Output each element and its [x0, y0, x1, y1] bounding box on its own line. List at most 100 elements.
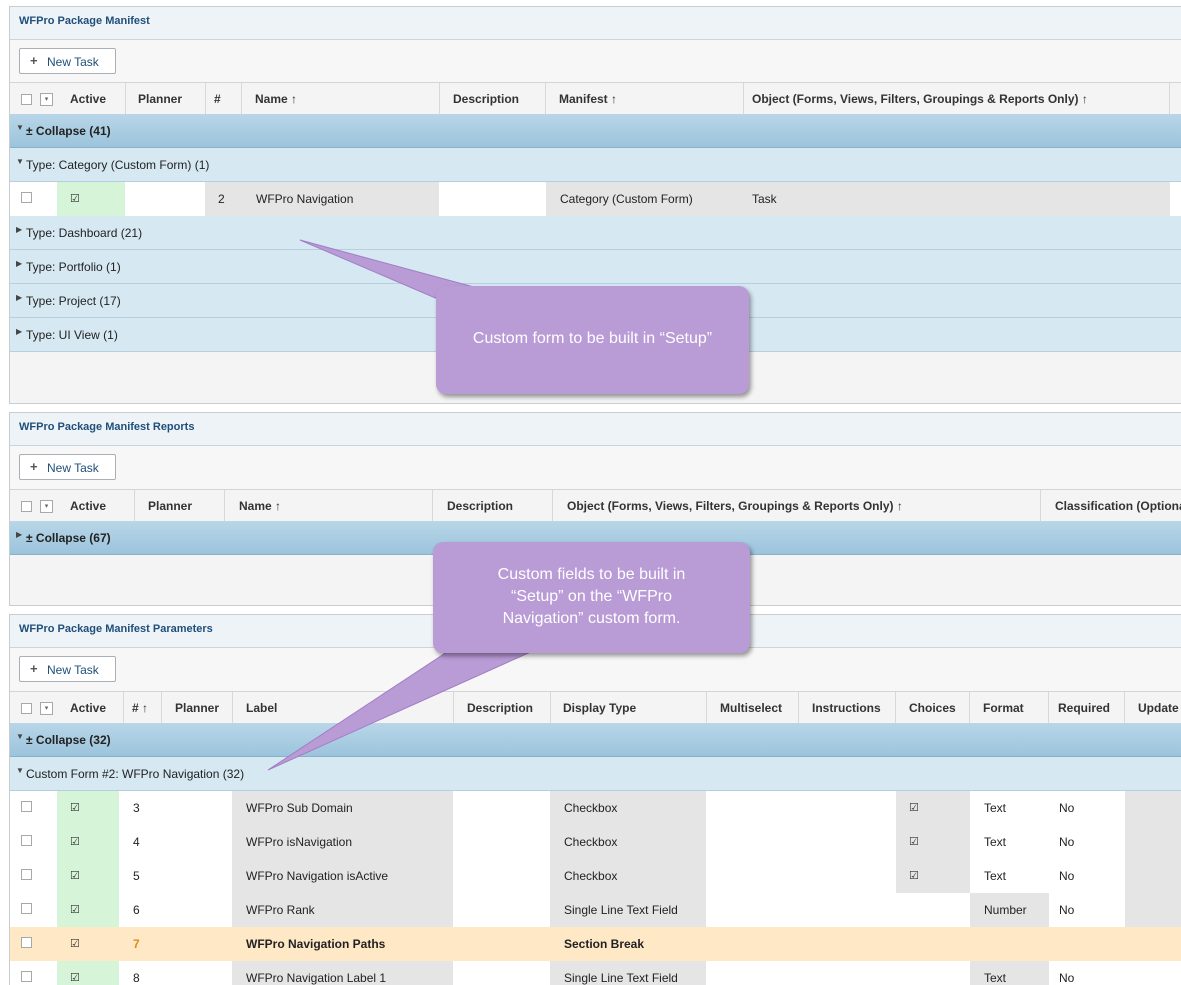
label-cell: WFPro Navigation Paths: [246, 937, 386, 951]
table-row[interactable]: ☑ 3 WFPro Sub Domain Checkbox ☑ Text No: [10, 791, 1181, 826]
col-planner[interactable]: Planner: [135, 490, 225, 522]
number-cell: 8: [133, 971, 140, 985]
select-all-checkbox[interactable]: [21, 703, 32, 714]
active-check[interactable]: ☑: [57, 927, 119, 961]
col-instructions[interactable]: Instructions: [799, 692, 896, 724]
col-update[interactable]: Update: [1125, 692, 1181, 724]
col-classification[interactable]: Classification (Optional): [1041, 490, 1181, 522]
plus-icon: +: [30, 661, 38, 676]
label-cell: WFPro Rank: [232, 893, 453, 927]
col-object[interactable]: Object (Forms, Views, Filters, Groupings…: [553, 490, 1041, 522]
column-menu-dropdown[interactable]: ▾: [40, 500, 53, 513]
group-custom-form[interactable]: ▼ Custom Form #2: WFPro Navigation (32): [10, 757, 1181, 791]
number-cell: 6: [133, 903, 140, 917]
col-description[interactable]: Description: [440, 83, 546, 115]
required-cell: No: [1059, 869, 1075, 883]
chevron-down-icon: ▼: [16, 157, 24, 166]
label-cell: WFPro isNavigation: [232, 825, 453, 859]
col-label[interactable]: Label: [233, 692, 454, 724]
col-format[interactable]: Format: [970, 692, 1049, 724]
toolbar: + New Task: [10, 648, 1181, 691]
new-task-label: New Task: [47, 663, 99, 677]
col-object[interactable]: Object (Forms, Views, Filters, Groupings…: [744, 83, 1170, 115]
choices-cell: ☑: [896, 859, 970, 893]
format-cell: Number: [970, 893, 1049, 927]
row-checkbox[interactable]: [21, 937, 32, 948]
toolbar: + New Task: [10, 40, 1181, 82]
table-row-section-break[interactable]: ☑ 7 WFPro Navigation Paths Section Break: [10, 927, 1181, 962]
panel-title: WFPro Package Manifest Reports: [19, 421, 195, 433]
group-label: Type: Dashboard (21): [26, 226, 143, 240]
callout-custom-form: Custom form to be built in “Setup”: [436, 286, 749, 394]
toolbar: + New Task: [10, 446, 1181, 489]
panel-title: WFPro Package Manifest Parameters: [19, 623, 213, 635]
row-checkbox[interactable]: [21, 192, 32, 203]
new-task-label: New Task: [47, 55, 99, 69]
reports-panel-header: WFPro Package Manifest Reports: [10, 413, 1181, 446]
col-description[interactable]: Description: [454, 692, 551, 724]
collapse-group-row[interactable]: ▼ ± Collapse (41): [10, 114, 1181, 148]
required-cell: No: [1059, 971, 1075, 985]
active-check[interactable]: ☑: [57, 825, 119, 859]
select-all-checkbox[interactable]: [21, 94, 32, 105]
column-header-row: ▾ Active Planner Name ↑ Description Obje…: [10, 489, 1181, 523]
expand-icon: ▼: [16, 123, 24, 132]
col-choices[interactable]: Choices: [896, 692, 970, 724]
col-name[interactable]: Name ↑: [242, 83, 440, 115]
row-checkbox[interactable]: [21, 869, 32, 880]
active-check[interactable]: ☑: [57, 893, 119, 927]
row-checkbox[interactable]: [21, 835, 32, 846]
column-header-row: ▾ Active Planner # Name ↑ Description Ma…: [10, 82, 1181, 116]
active-check[interactable]: ☑: [57, 961, 119, 985]
col-active[interactable]: Active: [60, 83, 126, 115]
col-required[interactable]: Required: [1049, 692, 1125, 724]
group-label: Custom Form #2: WFPro Navigation (32): [26, 767, 245, 781]
row-checkbox[interactable]: [21, 903, 32, 914]
row-checkbox[interactable]: [21, 971, 32, 982]
format-cell: Text: [984, 835, 1007, 849]
col-manifest[interactable]: Manifest ↑: [546, 83, 744, 115]
active-check[interactable]: ☑: [57, 182, 125, 216]
table-row[interactable]: ☑ 5 WFPro Navigation isActive Checkbox ☑…: [10, 859, 1181, 894]
number-cell: 7: [133, 937, 140, 951]
table-row[interactable]: ☑ 6 WFPro Rank Single Line Text Field Nu…: [10, 893, 1181, 928]
display-type-cell: Single Line Text Field: [550, 893, 706, 927]
new-task-button[interactable]: + New Task: [19, 454, 116, 480]
group-dashboard[interactable]: ▶ Type: Dashboard (21): [10, 216, 1181, 250]
object-cell: Task: [744, 182, 1170, 216]
col-name[interactable]: Name ↑: [225, 490, 433, 522]
required-cell: No: [1059, 801, 1075, 815]
active-check[interactable]: ☑: [57, 859, 119, 893]
number-cell: 4: [133, 835, 140, 849]
col-active[interactable]: Active: [60, 490, 135, 522]
col-planner[interactable]: Planner: [162, 692, 233, 724]
new-task-button[interactable]: + New Task: [19, 48, 116, 74]
expand-icon: ▼: [16, 732, 24, 741]
select-all-checkbox[interactable]: [21, 501, 32, 512]
chevron-down-icon: ▼: [16, 766, 24, 775]
column-menu-dropdown[interactable]: ▾: [40, 702, 53, 715]
col-planner[interactable]: Planner: [126, 83, 206, 115]
table-row[interactable]: ☑ 4 WFPro isNavigation Checkbox ☑ Text N…: [10, 825, 1181, 860]
col-number[interactable]: #: [206, 83, 242, 115]
new-task-button[interactable]: + New Task: [19, 656, 116, 682]
column-menu-dropdown[interactable]: ▾: [40, 93, 53, 106]
table-row[interactable]: ☑ 8 WFPro Navigation Label 1 Single Line…: [10, 961, 1181, 985]
group-portfolio[interactable]: ▶ Type: Portfolio (1): [10, 250, 1181, 284]
required-cell: No: [1059, 835, 1075, 849]
col-multiselect[interactable]: Multiselect: [707, 692, 799, 724]
col-active[interactable]: Active: [60, 692, 124, 724]
manifest-parameters-panel: WFPro Package Manifest Parameters + New …: [9, 614, 1181, 985]
col-number[interactable]: # ↑: [124, 692, 162, 724]
active-check[interactable]: ☑: [57, 791, 119, 825]
col-description[interactable]: Description: [433, 490, 553, 522]
col-display-type[interactable]: Display Type: [551, 692, 707, 724]
collapse-group-row[interactable]: ▼ ± Collapse (32): [10, 723, 1181, 757]
display-type-cell: Checkbox: [550, 859, 706, 893]
row-checkbox[interactable]: [21, 801, 32, 812]
group-category[interactable]: ▼ Type: Category (Custom Form) (1): [10, 148, 1181, 182]
format-cell: Text: [984, 801, 1007, 815]
new-task-label: New Task: [47, 461, 99, 475]
table-row[interactable]: ☑ 2 WFPro Navigation Category (Custom Fo…: [10, 182, 1181, 217]
name-cell: WFPro Navigation: [241, 182, 439, 216]
